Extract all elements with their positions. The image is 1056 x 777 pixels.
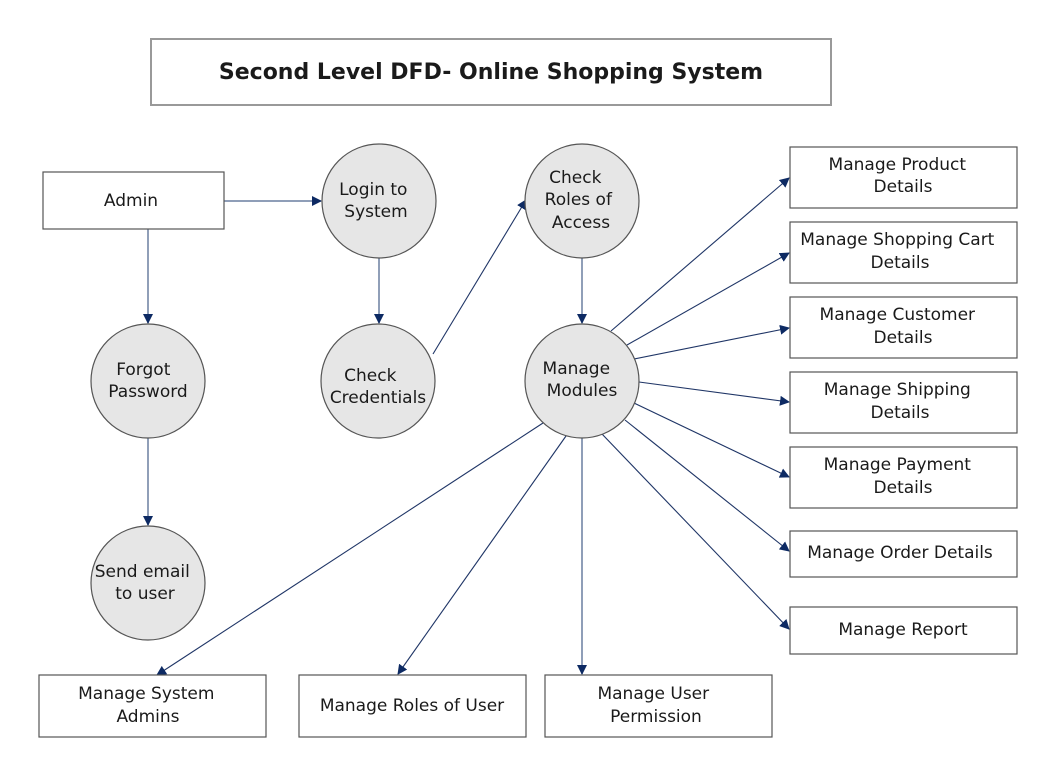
- module-label-line2: Permission: [610, 707, 702, 727]
- process-login[interactable]: Login to System: [321, 143, 437, 259]
- module-user-permission[interactable]: Manage User Permission: [544, 674, 773, 738]
- process-send-email[interactable]: Send email to user: [90, 525, 206, 641]
- modules-right: Manage Product Details Manage Shopping C…: [789, 146, 1018, 655]
- module-report[interactable]: Manage Report: [789, 606, 1018, 655]
- process-login-label-line2: System: [344, 202, 407, 222]
- process-check-roles-label: Check Roles of Access: [545, 168, 618, 233]
- flow-modules-to-cart[interactable]: [626, 252, 790, 346]
- module-label-line1: Manage Customer: [820, 305, 976, 325]
- process-manage-modules-label-line1: Manage: [543, 359, 611, 379]
- flow-modules-to-shipping[interactable]: [638, 381, 790, 406]
- module-system-admins[interactable]: Manage System Admins: [38, 674, 267, 738]
- entity-admin-label: Admin: [104, 191, 158, 211]
- flow-credentials-to-check-roles[interactable]: [432, 199, 527, 355]
- module-label-line1: Manage Shipping: [824, 380, 971, 400]
- process-forgot-password-label-line1: Forgot: [116, 360, 170, 380]
- process-forgot-password[interactable]: Forgot Password: [90, 323, 206, 439]
- modules-bottom: Manage System Admins Manage Roles of Use…: [38, 674, 773, 738]
- entity-admin[interactable]: Admin: [42, 171, 225, 230]
- process-check-roles-label-line2: Roles of: [545, 190, 613, 210]
- module-label-line1: Manage Shopping Cart: [800, 230, 994, 250]
- process-send-email-label-line1: Send email: [95, 562, 190, 582]
- flow-modules-to-customer[interactable]: [633, 324, 790, 360]
- flow-modules-to-payment[interactable]: [633, 402, 790, 478]
- process-forgot-password-circle[interactable]: [90, 323, 206, 439]
- title-block: Second Level DFD- Online Shopping System: [150, 38, 832, 106]
- module-order-details-label: Manage Order Details: [807, 543, 993, 563]
- process-send-email-circle[interactable]: [90, 525, 206, 641]
- process-check-credentials[interactable]: Check Credentials: [320, 323, 436, 439]
- module-label-line2: Details: [874, 328, 933, 348]
- process-check-credentials-label-line1: Check: [344, 366, 396, 386]
- module-label-line1: Manage User: [597, 684, 709, 704]
- module-payment-details[interactable]: Manage Payment Details: [789, 446, 1018, 509]
- module-shipping-details[interactable]: Manage Shipping Details: [789, 371, 1018, 434]
- module-label-line2: Details: [871, 403, 930, 423]
- dfd-diagram: Second Level DFD- Online Shopping System…: [38, 38, 1018, 738]
- module-label-line1: Manage System: [78, 684, 214, 704]
- module-shopping-cart-details[interactable]: Manage Shopping Cart Details: [789, 221, 1018, 284]
- process-login-circle[interactable]: [321, 143, 437, 259]
- process-forgot-password-label-line2: Password: [108, 382, 187, 402]
- flow-modules-to-roles-of-user[interactable]: [397, 435, 567, 675]
- process-manage-modules[interactable]: Manage Modules: [524, 323, 640, 439]
- flow-modules-to-order[interactable]: [624, 419, 790, 552]
- process-check-roles[interactable]: Check Roles of Access: [524, 143, 640, 259]
- module-label-line2: Details: [871, 253, 930, 273]
- diagram-title: Second Level DFD- Online Shopping System: [219, 60, 763, 85]
- module-product-details[interactable]: Manage Product Details: [789, 146, 1018, 209]
- process-login-label-line1: Login to: [339, 180, 407, 200]
- module-label-line2: Admins: [116, 707, 179, 727]
- module-customer-details[interactable]: Manage Customer Details: [789, 296, 1018, 359]
- module-label-line2: Details: [874, 478, 933, 498]
- process-check-roles-label-line1: Check: [549, 168, 601, 188]
- module-roles-of-user-label: Manage Roles of User: [320, 696, 504, 716]
- module-report-label: Manage Report: [838, 620, 968, 640]
- process-send-email-label-line2: to user: [115, 584, 175, 604]
- process-check-credentials-label-line2: Credentials: [330, 388, 426, 408]
- flows: [143, 177, 790, 676]
- process-check-roles-label-line3: Access: [552, 213, 610, 233]
- module-order-details[interactable]: Manage Order Details: [789, 530, 1018, 578]
- module-label-line1: Manage Payment: [824, 455, 972, 475]
- module-roles-of-user[interactable]: Manage Roles of User: [298, 674, 527, 738]
- process-manage-modules-label-line2: Modules: [547, 381, 618, 401]
- module-label-line2: Details: [874, 177, 933, 197]
- flow-modules-to-system-admins[interactable]: [156, 422, 544, 676]
- module-label-line1: Manage Product: [829, 155, 967, 175]
